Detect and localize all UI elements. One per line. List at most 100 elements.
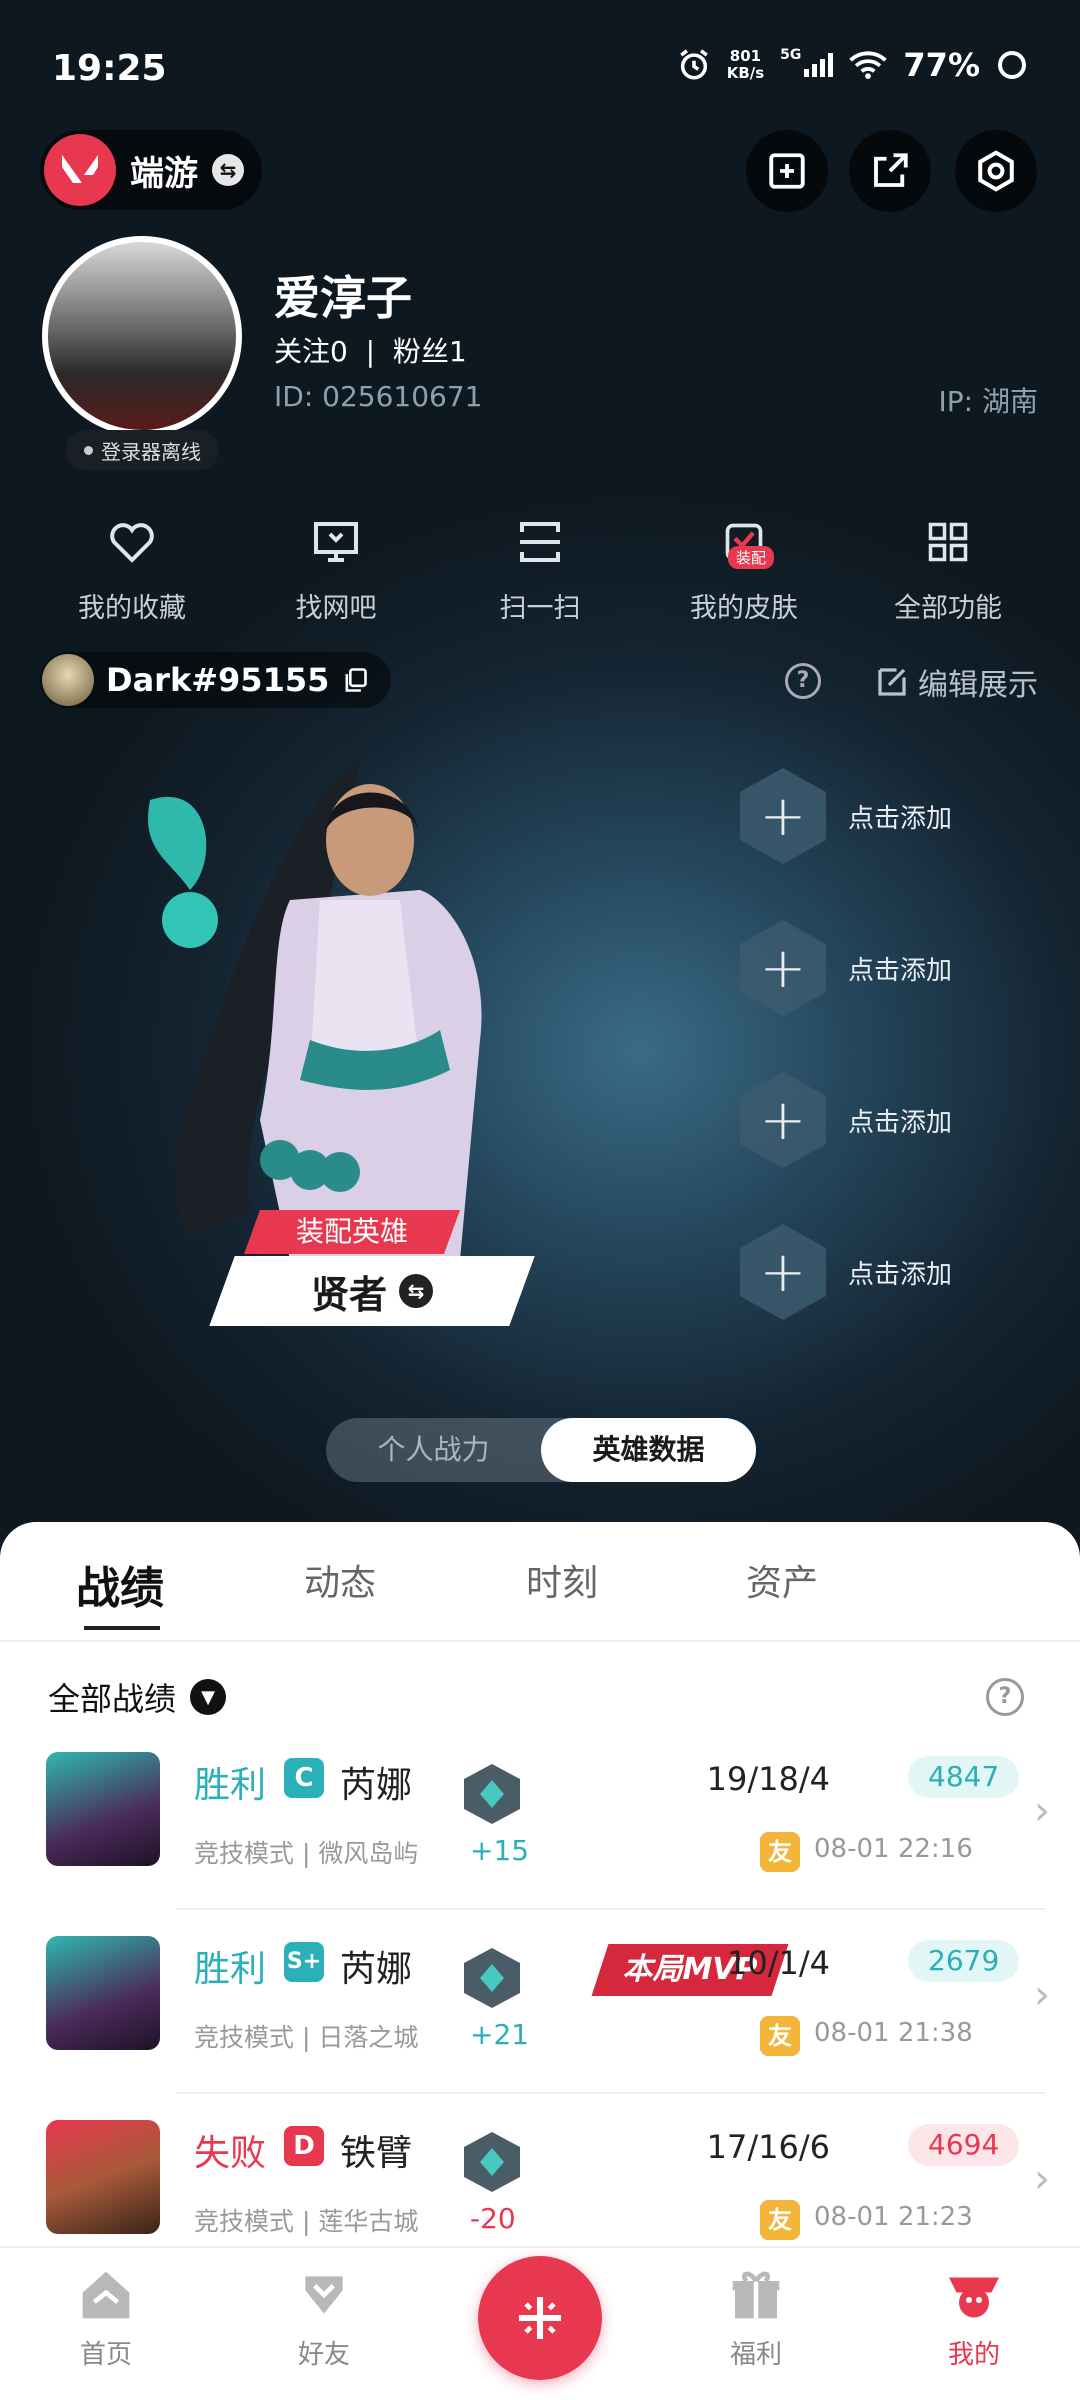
avatar[interactable]	[42, 236, 242, 436]
match-result: 胜利	[194, 1949, 267, 1990]
swap-icon: ⇆	[399, 1274, 433, 1308]
status-icons: 801 KB/s 5G 77%	[677, 46, 1028, 84]
hero-avatar	[46, 1936, 160, 2050]
settings-button[interactable]	[955, 130, 1037, 212]
rank-icon	[464, 1948, 520, 2008]
match-row[interactable]: 胜利 C 芮娜 竞技模式 | 微风岛屿 +15 19/18/4 4847 友 0…	[0, 1752, 1080, 1936]
share-icon	[874, 153, 908, 187]
hero-name: 铁臂	[340, 2133, 413, 2174]
combat-score: 2679	[908, 1940, 1020, 1982]
plus-icon	[519, 2297, 561, 2339]
combat-score: 4847	[908, 1756, 1020, 1798]
plus-icon: +	[740, 920, 826, 1016]
match-result: 失败	[194, 2133, 267, 2174]
rank-icon	[464, 2132, 520, 2192]
rank-delta: +21	[470, 2018, 530, 2051]
game-account-name: Dark#95155	[106, 661, 330, 699]
ip-location: IP: 湖南	[938, 385, 1038, 418]
share-button[interactable]	[849, 130, 931, 212]
quick-my-skins[interactable]: 装配 我的皮肤	[642, 512, 846, 625]
quick-scan[interactable]: 扫一扫	[438, 512, 642, 625]
status-bar: 19:25 801 KB/s 5G 77%	[0, 0, 1080, 140]
plus-icon: +	[740, 1072, 826, 1168]
combat-score: 4694	[908, 2124, 1020, 2166]
tab-records[interactable]: 战绩	[76, 1552, 164, 1616]
tab-assets[interactable]: 资产	[746, 1554, 818, 1606]
add-slot-3[interactable]: + 点击添加	[740, 1072, 952, 1168]
chevron-right-icon: ›	[1034, 1972, 1050, 2018]
match-grade: C	[284, 1758, 324, 1798]
friend-badge: 友	[760, 2016, 800, 2056]
me-icon	[949, 2277, 999, 2318]
hero-name: 芮娜	[340, 1765, 413, 1806]
create-post-button[interactable]	[478, 2256, 602, 2380]
rank-icon	[464, 1764, 520, 1824]
match-mode: 竞技模式 | 日落之城	[194, 2023, 419, 2052]
game-account-chip[interactable]: Dark#95155	[40, 652, 392, 708]
friend-badge: 友	[760, 1832, 800, 1872]
home-icon	[82, 2271, 130, 2319]
chevron-right-icon: ›	[1034, 1788, 1050, 1834]
add-slot-1[interactable]: + 点击添加	[740, 768, 952, 864]
game-name: 端游	[130, 153, 198, 194]
nav-me[interactable]: 我的	[914, 2264, 1034, 2371]
records-filter[interactable]: 全部战绩 ▼	[48, 1674, 227, 1720]
match-result: 胜利	[194, 1765, 267, 1806]
wifi-icon	[849, 51, 888, 79]
add-slot-2[interactable]: + 点击添加	[740, 920, 952, 1016]
follow-stats[interactable]: 关注0 | 粉丝1	[274, 330, 467, 370]
nav-home[interactable]: 首页	[46, 2264, 166, 2371]
quick-all-functions[interactable]: 全部功能	[846, 512, 1050, 625]
rank-delta: -20	[470, 2202, 516, 2235]
monitor-icon	[314, 522, 358, 562]
game-switcher[interactable]: 端游 ⇆	[40, 130, 262, 210]
valorant-logo-icon	[44, 134, 116, 206]
battery-level: 77%	[903, 46, 980, 84]
user-id: ID: 025610671	[274, 380, 483, 413]
match-time: 08-01 22:16	[814, 1834, 973, 1864]
quick-favorites[interactable]: 我的收藏	[30, 512, 234, 625]
match-time: 08-01 21:23	[814, 2202, 973, 2232]
chevron-down-icon: ▼	[190, 1679, 227, 1715]
quick-find-cafe[interactable]: 找网吧	[234, 512, 438, 625]
nav-friends[interactable]: 好友	[264, 2264, 384, 2371]
avatar-image	[48, 242, 236, 430]
swap-icon: ⇆	[212, 154, 244, 186]
hero-name: 芮娜	[340, 1949, 413, 1990]
equipped-hero-label: 装配英雄	[295, 1215, 408, 1248]
help-icon[interactable]: ?	[986, 1678, 1024, 1716]
tab-feed[interactable]: 动态	[304, 1554, 376, 1606]
kda: 10/1/4	[727, 1944, 830, 1982]
launcher-status-badge: 登录器离线	[66, 430, 219, 470]
copy-icon[interactable]	[341, 666, 369, 694]
add-card-button[interactable]	[746, 130, 828, 212]
rank-delta: +15	[470, 1834, 530, 1867]
stats-segment: 个人战力 英雄数据	[326, 1418, 756, 1482]
match-grade: D	[284, 2126, 324, 2166]
match-grade: S+	[284, 1942, 324, 1982]
gear-icon	[978, 150, 1014, 192]
nav-benefits[interactable]: 福利	[696, 2264, 816, 2371]
hero-avatar	[46, 2120, 160, 2234]
grid-icon	[928, 522, 968, 562]
segment-hero-data[interactable]: 英雄数据	[541, 1418, 756, 1482]
match-time: 08-01 21:38	[814, 2018, 973, 2048]
active-tab-indicator	[84, 1620, 160, 1630]
edit-display-button[interactable]: 编辑展示	[874, 660, 1038, 704]
net-speed: 801 KB/s	[726, 47, 765, 82]
battery-icon	[998, 51, 1026, 79]
quick-actions: 我的收藏 找网吧 扫一扫 装配 我的皮肤 全部功能	[0, 512, 1080, 625]
equip-badge: 装配	[728, 546, 775, 569]
match-row[interactable]: 胜利 S+ 芮娜 竞技模式 | 日落之城 +21 本局MVP 10/1/4 26…	[0, 1936, 1080, 2120]
segment-personal-power[interactable]: 个人战力	[326, 1418, 541, 1482]
add-slot-4[interactable]: + 点击添加	[740, 1224, 952, 1320]
tab-moments[interactable]: 时刻	[526, 1554, 598, 1606]
chevron-right-icon: ›	[1034, 2156, 1050, 2202]
alarm-icon	[679, 49, 708, 80]
help-icon[interactable]: ?	[785, 663, 821, 699]
edit-icon	[878, 668, 906, 696]
card-add-icon	[769, 153, 805, 189]
match-mode: 竞技模式 | 莲华古城	[194, 2207, 419, 2236]
friends-icon	[305, 2276, 343, 2314]
hero-avatar	[46, 1752, 160, 1866]
